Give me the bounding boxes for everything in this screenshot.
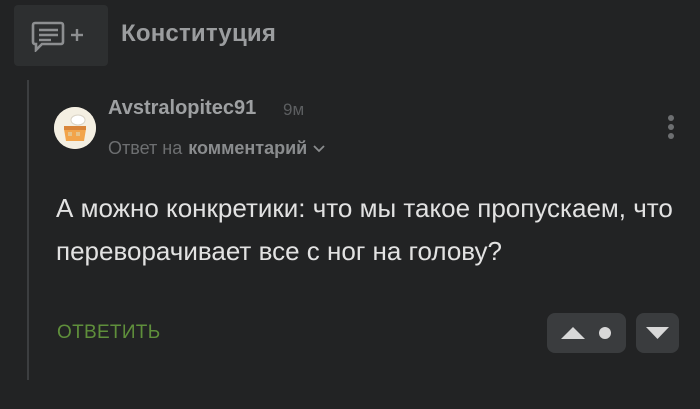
author-name[interactable]: Avstralopitec91 — [108, 97, 256, 120]
avatar-cake-icon — [54, 107, 96, 149]
reply-to-line: Ответ на комментарий — [108, 138, 325, 159]
comment-text: А можно конкретики: что мы такое пропуск… — [56, 193, 673, 266]
upvote-button[interactable] — [547, 313, 626, 353]
downvote-button[interactable] — [636, 313, 679, 353]
avatar[interactable] — [54, 107, 96, 149]
reply-to-link[interactable]: комментарий — [188, 138, 307, 159]
add-comment-button[interactable] — [14, 5, 108, 66]
more-vertical-icon — [668, 115, 674, 139]
comment-add-icon — [31, 21, 83, 52]
comment-page: Конституция Avstralopitec91 9м Ответ на … — [0, 0, 700, 409]
comment-time: 9м — [283, 100, 305, 119]
upvote-arrow-icon — [561, 327, 611, 339]
reply-to-prefix: Ответ на — [108, 138, 183, 158]
downvote-arrow-icon — [646, 327, 669, 339]
tag-title[interactable]: Конституция — [121, 20, 276, 48]
chevron-down-icon[interactable] — [313, 138, 325, 159]
tag-header: Конституция — [0, 0, 700, 68]
reply-button[interactable]: ОТВЕТИТЬ — [57, 322, 160, 344]
more-options-button[interactable] — [663, 114, 679, 144]
thread-line[interactable] — [27, 80, 29, 380]
